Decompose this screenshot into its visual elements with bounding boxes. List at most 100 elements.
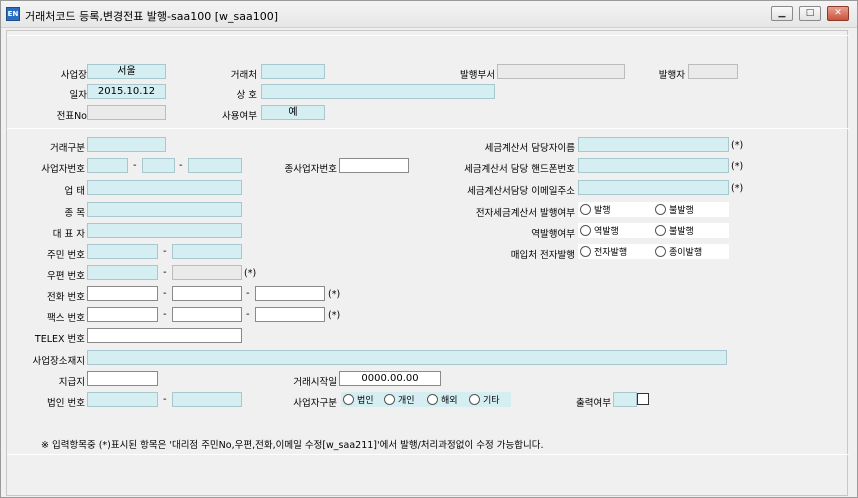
- corp-no-label: 법인 번호: [47, 398, 85, 409]
- minimize-button[interactable]: ▁: [771, 6, 793, 21]
- phone-label: 전화 번호: [47, 292, 85, 303]
- zip-label: 우편 번호: [47, 271, 85, 282]
- address-label: 사업장소재지: [32, 356, 85, 367]
- tax-phone-required-mark: (*): [731, 161, 744, 172]
- phone-required-mark: (*): [328, 289, 341, 300]
- radio-circle-icon: [343, 394, 354, 405]
- use-label: 사용여부: [222, 111, 257, 122]
- e-tax-issue-radio[interactable]: 발행: [580, 203, 611, 216]
- phone-part2[interactable]: [172, 286, 242, 301]
- e-tax-radio-group: 발행 불발행: [578, 202, 729, 217]
- business-label: 업 태: [64, 186, 86, 197]
- purchase-radio-group: 전자발행 종이발행: [578, 244, 729, 259]
- use-field[interactable]: 예: [261, 105, 325, 120]
- fax-label: 팩스 번호: [47, 313, 85, 324]
- address-field[interactable]: [87, 350, 727, 365]
- ceo-field[interactable]: [87, 223, 242, 238]
- biz-type-overseas-radio[interactable]: 해외: [427, 393, 458, 406]
- biz-type-corp-radio[interactable]: 법인: [343, 393, 374, 406]
- bizno-part2[interactable]: [142, 158, 175, 173]
- zip-dash: -: [163, 267, 167, 278]
- trade-name-field[interactable]: [261, 84, 495, 99]
- telex-label: TELEX 번호: [34, 334, 85, 345]
- footer-note: ※ 입력항목중 (*)표시된 항목은 '대리점 주민No,우편,전화,이메일 수…: [41, 440, 544, 451]
- radio-circle-icon: [427, 394, 438, 405]
- tax-manager-required-mark: (*): [731, 140, 744, 151]
- biz-type-personal-radio[interactable]: 개인: [384, 393, 415, 406]
- radio-circle-icon: [580, 246, 591, 257]
- zip-part1[interactable]: [87, 265, 158, 280]
- bizno-part3[interactable]: [188, 158, 242, 173]
- payment-field[interactable]: [87, 371, 158, 386]
- reverse-issue-radio[interactable]: 역발행: [580, 224, 619, 237]
- sub-bizno-label: 종사업자번호: [284, 164, 337, 175]
- radio-circle-icon: [580, 225, 591, 236]
- reverse-radio-group: 역발행 불발행: [578, 223, 729, 238]
- corp-no-part2[interactable]: [172, 392, 242, 407]
- start-date-field[interactable]: 0000.00.00: [339, 371, 441, 386]
- radio-circle-icon: [655, 246, 666, 257]
- resident-label: 주민 번호: [47, 250, 85, 261]
- trade-name-label: 상 호: [236, 90, 258, 101]
- resident-part2[interactable]: [172, 244, 242, 259]
- item-field[interactable]: [87, 202, 242, 217]
- zip-required-mark: (*): [244, 268, 257, 279]
- fax-part3[interactable]: [255, 307, 325, 322]
- form-content: 사업장 서울 거래처 발행부서 발행자 일자 2015.10.12 상 호 전표…: [6, 30, 849, 496]
- sub-bizno-field[interactable]: [339, 158, 409, 173]
- reverse-no-issue-radio[interactable]: 불발행: [655, 224, 694, 237]
- close-button[interactable]: ✕: [827, 6, 849, 21]
- issue-dept-field[interactable]: [497, 64, 625, 79]
- issuer-field[interactable]: [688, 64, 738, 79]
- payment-label: 지급지: [58, 377, 85, 388]
- phone-dash-2: -: [246, 288, 250, 299]
- top-divider: [7, 35, 849, 36]
- issue-dept-label: 발행부서: [460, 70, 495, 81]
- biz-type-other-radio[interactable]: 기타: [469, 393, 500, 406]
- fax-part1[interactable]: [87, 307, 158, 322]
- window-title: 거래처코드 등록,변경전표 발행-saa100 [w_saa100]: [25, 10, 279, 23]
- tax-email-required-mark: (*): [731, 183, 744, 194]
- reverse-label: 역발행여부: [531, 229, 575, 240]
- purchase-electronic-radio[interactable]: 전자발행: [580, 245, 627, 258]
- e-tax-no-issue-radio[interactable]: 불발행: [655, 203, 694, 216]
- radio-circle-icon: [655, 204, 666, 215]
- bizno-dash-1: -: [133, 160, 137, 171]
- tax-phone-field[interactable]: [578, 158, 729, 173]
- item-label: 종 목: [64, 208, 86, 219]
- resident-part1[interactable]: [87, 244, 158, 259]
- maximize-button[interactable]: □: [799, 6, 821, 21]
- fax-required-mark: (*): [328, 310, 341, 321]
- tax-phone-label: 세금계산서 담당 핸드폰번호: [464, 164, 575, 175]
- client-field[interactable]: [261, 64, 325, 79]
- trade-type-field[interactable]: [87, 137, 166, 152]
- radio-circle-icon: [469, 394, 480, 405]
- branch-field[interactable]: 서울: [87, 64, 166, 79]
- slip-no-field[interactable]: [87, 105, 166, 120]
- tax-manager-label: 세금계산서 담당자이름: [484, 143, 575, 154]
- phone-part1[interactable]: [87, 286, 158, 301]
- header-divider: [7, 128, 849, 129]
- telex-field[interactable]: [87, 328, 242, 343]
- app-icon: EN: [6, 7, 20, 21]
- tax-email-field[interactable]: [578, 180, 729, 195]
- trade-type-label: 거래구분: [50, 143, 85, 154]
- zip-part2[interactable]: [172, 265, 242, 280]
- radio-circle-icon: [655, 225, 666, 236]
- biz-type-radio-group: 법인 개인 해외 기타: [341, 392, 511, 407]
- phone-part3[interactable]: [255, 286, 325, 301]
- start-date-label: 거래시작일: [293, 377, 337, 388]
- date-field[interactable]: 2015.10.12: [87, 84, 166, 99]
- bizno-part1[interactable]: [87, 158, 128, 173]
- purchase-paper-radio[interactable]: 종이발행: [655, 245, 702, 258]
- fax-part2[interactable]: [172, 307, 242, 322]
- print-label: 출력여부: [576, 398, 611, 409]
- business-field[interactable]: [87, 180, 242, 195]
- print-field-bg: [613, 392, 637, 407]
- corp-no-part1[interactable]: [87, 392, 158, 407]
- purchase-label: 매입처 전자발행: [510, 250, 575, 261]
- resident-dash: -: [163, 246, 167, 257]
- title-bar[interactable]: EN 거래처코드 등록,변경전표 발행-saa100 [w_saa100] ▁ …: [1, 1, 857, 28]
- tax-manager-field[interactable]: [578, 137, 729, 152]
- print-checkbox[interactable]: [637, 393, 649, 405]
